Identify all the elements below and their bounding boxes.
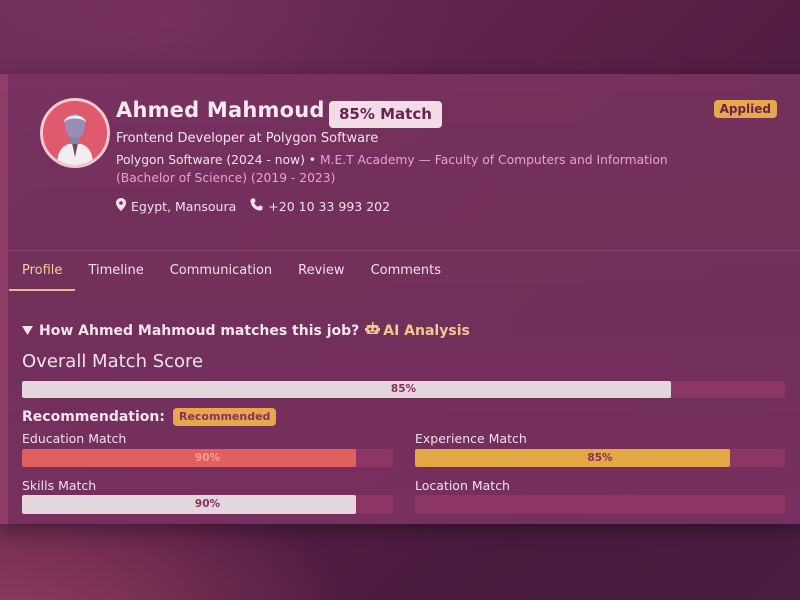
- location-item: Egypt, Mansoura: [116, 198, 236, 214]
- candidate-name: Ahmed Mahmoud: [116, 98, 325, 122]
- overall-score-title: Overall Match Score: [22, 351, 204, 372]
- education-match-label: Education Match: [22, 431, 127, 446]
- recommendation-label: Recommendation:: [22, 409, 165, 425]
- experience-match-label: Experience Match: [415, 431, 527, 446]
- tab-review[interactable]: Review: [285, 252, 357, 290]
- contact-info: Egypt, Mansoura +20 10 33 993 202: [116, 198, 390, 214]
- match-badge: 85% Match: [329, 101, 442, 128]
- analysis-heading: How Ahmed Mahmoud matches this job?: [39, 323, 360, 339]
- tab-timeline[interactable]: Timeline: [75, 252, 156, 290]
- skills-match-bar: 90%: [22, 495, 393, 514]
- recommendation-badge: Recommended: [172, 408, 277, 426]
- location-text: Egypt, Mansoura: [131, 198, 237, 214]
- candidate-card: Ahmed Mahmoud 85% Match Applied Frontend…: [0, 74, 800, 524]
- education-match-bar: 90%: [22, 449, 393, 467]
- location-match-text: [415, 495, 785, 514]
- phone-icon: [250, 198, 263, 214]
- tab-comments[interactable]: Comments: [358, 252, 454, 290]
- experience-summary: Polygon Software (2024 - now) •: [116, 153, 320, 167]
- skills-match-label: Skills Match: [22, 478, 97, 493]
- skills-match-text: 90%: [194, 498, 221, 510]
- location-match-bar: [415, 495, 785, 514]
- background-summary: Polygon Software (2024 - now) • M.E.T Ac…: [116, 151, 706, 187]
- candidate-title: Frontend Developer at Polygon Software: [116, 131, 379, 146]
- ai-analysis-label: AI Analysis: [365, 322, 470, 340]
- overall-score-bar: 85%: [22, 381, 785, 398]
- recommendation-row: Recommendation: Recommended: [22, 408, 277, 426]
- divider: [8, 250, 800, 251]
- location-match-label: Location Match: [415, 478, 510, 493]
- tab-communication[interactable]: Communication: [157, 252, 285, 290]
- status-badge: Applied: [713, 100, 777, 118]
- robot-icon: [365, 322, 381, 340]
- phone-item[interactable]: +20 10 33 993 202: [250, 198, 390, 214]
- overall-score-text: 85%: [390, 383, 417, 395]
- experience-match-text: 85%: [587, 452, 613, 464]
- ai-analysis-text: AI Analysis: [383, 323, 470, 339]
- analysis-toggle[interactable]: How Ahmed Mahmoud matches this job? AI A…: [22, 322, 470, 340]
- caret-down-icon: [22, 323, 33, 339]
- tab-bar: Profile Timeline Communication Review Co…: [9, 252, 454, 291]
- phone-text: +20 10 33 993 202: [268, 198, 391, 214]
- avatar: [40, 98, 110, 168]
- location-pin-icon: [116, 198, 126, 214]
- tab-profile[interactable]: Profile: [9, 252, 76, 291]
- experience-match-bar: 85%: [415, 449, 785, 467]
- education-match-text: 90%: [194, 452, 221, 464]
